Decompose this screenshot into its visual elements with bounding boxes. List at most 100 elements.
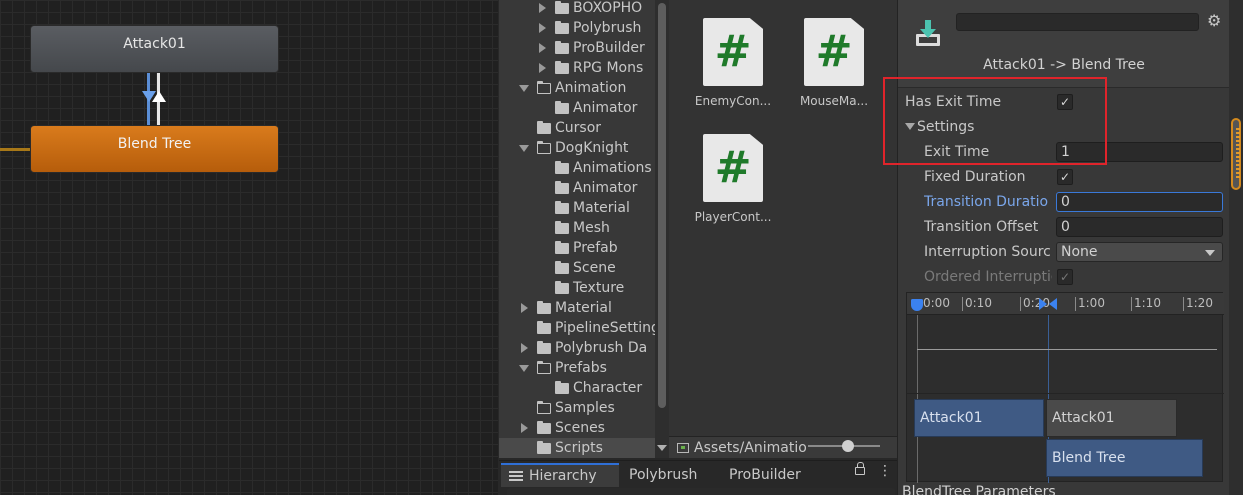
- inspector-panel: ⚙ Attack01 -> Blend Tree Has Exit Time ✓…: [897, 0, 1229, 495]
- tree-folder-item[interactable]: Samples: [519, 398, 615, 418]
- timeline-tick-mark: [1075, 297, 1076, 311]
- caret-open-icon[interactable]: [519, 142, 531, 154]
- tab-label: ProBuilder: [729, 467, 801, 483]
- caret-closed-icon[interactable]: [537, 62, 549, 74]
- tree-folder-item[interactable]: Mesh: [537, 218, 610, 238]
- annotation-highlight-box: [883, 77, 1107, 165]
- timeline-start-marker-icon[interactable]: [911, 299, 923, 311]
- caret-open-icon[interactable]: [519, 82, 531, 94]
- transition-offset-label: Transition Offset: [924, 219, 1039, 235]
- state-node-attack01[interactable]: Attack01: [30, 25, 279, 73]
- tree-folder-item[interactable]: ProBuilder: [537, 38, 645, 58]
- hierarchy-icon: [509, 471, 523, 481]
- tree-folder-item[interactable]: Prefabs: [519, 358, 607, 378]
- lock-icon[interactable]: [855, 462, 865, 475]
- transition-offset-input[interactable]: 0: [1056, 217, 1223, 237]
- hierarchy-search-input[interactable]: [507, 488, 895, 495]
- timeline-tick-label: 1:10: [1134, 296, 1161, 310]
- interruption-source-label: Interruption Sourc: [924, 244, 1051, 260]
- tree-folder-item[interactable]: Polybrush: [537, 18, 641, 38]
- interruption-source-dropdown[interactable]: None: [1056, 242, 1223, 262]
- timeline-tick-mark: [1183, 297, 1184, 311]
- blend-tree-parameters-header: BlendTree Parameters: [902, 484, 1056, 495]
- state-node-blend-tree[interactable]: Blend Tree: [30, 125, 279, 173]
- inspector-scrollbar[interactable]: [1229, 0, 1243, 495]
- timeline-clip-destination-bottom[interactable]: Blend Tree: [1046, 439, 1203, 477]
- animator-graph[interactable]: Attack01 Blend Tree: [0, 0, 498, 495]
- transition-curve: [917, 349, 1217, 350]
- scroll-down-arrow-icon[interactable]: [657, 445, 667, 451]
- folder-icon: [537, 120, 551, 134]
- asset-path-text[interactable]: Assets/Animatio: [694, 440, 806, 456]
- caret-closed-icon[interactable]: [519, 342, 531, 354]
- exit-time-marker-left-icon[interactable]: [1039, 298, 1047, 310]
- tree-scrollbar[interactable]: [655, 0, 669, 458]
- tree-folder-label: Polybrush Da: [555, 340, 648, 356]
- icon-size-slider-thumb[interactable]: [842, 440, 854, 452]
- script-asset[interactable]: # EnemyCon...: [688, 18, 778, 108]
- caret-spacer: [537, 182, 549, 194]
- tree-folder-item[interactable]: Scenes: [519, 418, 605, 438]
- inspector-scrollbar-thumb[interactable]: [1231, 118, 1241, 190]
- folder-open-icon: [536, 140, 551, 154]
- caret-closed-icon[interactable]: [537, 2, 549, 14]
- gear-icon[interactable]: ⚙: [1207, 11, 1221, 30]
- tree-folder-item[interactable]: Texture: [537, 278, 624, 298]
- timeline-clip-source[interactable]: Attack01: [914, 399, 1044, 437]
- tree-folder-item[interactable]: Material: [519, 298, 612, 318]
- tree-folder-label: Material: [573, 200, 630, 216]
- tree-folder-item[interactable]: Polybrush Da: [519, 338, 647, 358]
- tab-polybrush[interactable]: Polybrush: [629, 463, 697, 487]
- transition-timeline[interactable]: 0:00 0:10 0:20 1:00 1:10 1:20 Attack01 A…: [906, 292, 1224, 483]
- tree-folder-item[interactable]: PipelineSettings: [519, 318, 655, 338]
- folder-icon: [536, 400, 551, 414]
- script-asset[interactable]: # PlayerCont...: [688, 134, 778, 224]
- caret-closed-icon[interactable]: [519, 422, 531, 434]
- tree-folder-label: RPG Mons: [573, 60, 644, 76]
- tree-folder-item[interactable]: Character: [537, 378, 642, 398]
- tree-folder-label: Animation: [555, 80, 627, 96]
- caret-spacer: [537, 382, 549, 394]
- project-folder-tree[interactable]: BOXOPHO Polybrush ProBuilder RPG Mons Animat…: [499, 0, 655, 458]
- fixed-duration-checkbox[interactable]: ✓: [1057, 169, 1073, 185]
- more-options-icon[interactable]: ⋮: [878, 464, 892, 478]
- transition-duration-input[interactable]: 0: [1056, 192, 1223, 212]
- tab-hierarchy[interactable]: Hierarchy: [501, 463, 619, 487]
- caret-closed-icon[interactable]: [537, 42, 549, 54]
- asset-grid[interactable]: # EnemyCon... # MouseMa... # PlayerCont.…: [669, 0, 897, 436]
- tree-folder-item[interactable]: Prefab: [537, 238, 618, 258]
- tree-folder-item[interactable]: Scene: [537, 258, 616, 278]
- caret-spacer: [537, 242, 549, 254]
- folder-icon: [555, 380, 569, 394]
- tree-folder-item[interactable]: Cursor: [519, 118, 601, 138]
- timeline-ruler[interactable]: 0:00 0:10 0:20 1:00 1:10 1:20: [907, 293, 1224, 315]
- tree-folder-item[interactable]: Animations: [537, 158, 652, 178]
- tree-folder-label: Mesh: [573, 220, 610, 236]
- caret-spacer: [537, 102, 549, 114]
- caret-open-icon[interactable]: [519, 362, 531, 374]
- tree-folder-item[interactable]: RPG Mons: [537, 58, 643, 78]
- timeline-clip-destination-top[interactable]: Attack01: [1046, 399, 1177, 437]
- script-asset[interactable]: # MouseMa...: [789, 18, 879, 108]
- tree-folder-item[interactable]: Animation: [519, 78, 626, 98]
- timeline-tick-mark: [1020, 297, 1021, 311]
- tree-scrollbar-thumb[interactable]: [658, 3, 666, 408]
- tab-probuilder[interactable]: ProBuilder: [729, 463, 801, 487]
- tree-folder-item[interactable]: BOXOPHO: [537, 0, 642, 18]
- tree-folder-item[interactable]: Material: [537, 198, 630, 218]
- tree-folder-item[interactable]: DogKnight: [519, 138, 628, 158]
- exit-time-marker-right-icon[interactable]: [1049, 298, 1057, 310]
- tree-folder-label: Texture: [573, 280, 625, 296]
- caret-closed-icon[interactable]: [519, 302, 531, 314]
- tree-folder-item[interactable]: Animator: [537, 98, 637, 118]
- transition-name-input[interactable]: [956, 13, 1199, 31]
- csharp-script-icon: #: [703, 134, 763, 202]
- tree-folder-label: Prefab: [573, 240, 618, 256]
- caret-closed-icon[interactable]: [537, 22, 549, 34]
- tree-folder-item[interactable]: Animator: [537, 178, 637, 198]
- tree-folder-label: Samples: [555, 400, 615, 416]
- folder-open-icon: [536, 360, 551, 374]
- tree-folder-item[interactable]: Scripts: [499, 438, 655, 458]
- timeline-tick-mark: [962, 297, 963, 311]
- caret-spacer: [519, 402, 531, 414]
